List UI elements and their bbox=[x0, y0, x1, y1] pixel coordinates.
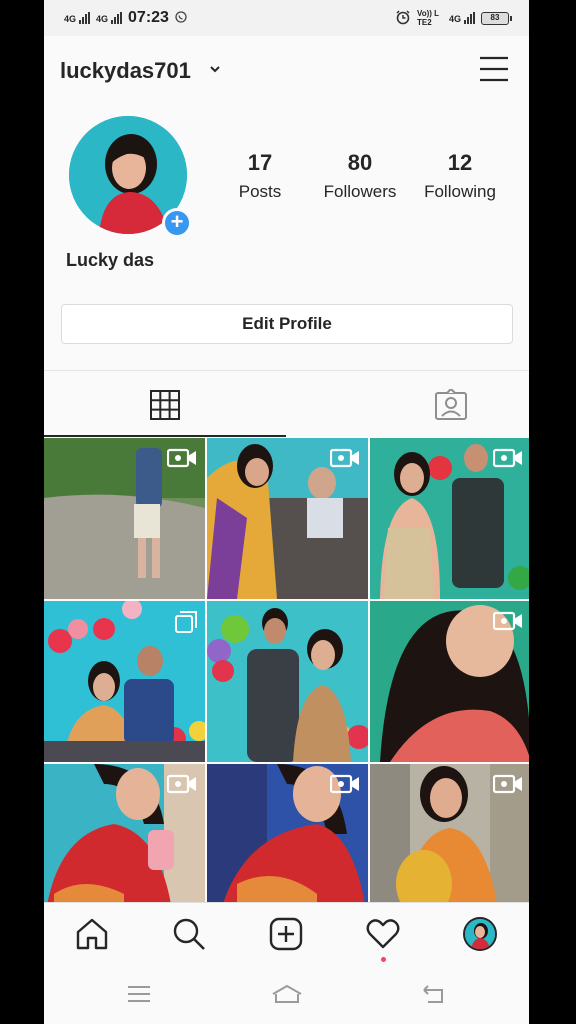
profile-tabs bbox=[44, 370, 529, 438]
recent-apps-icon[interactable] bbox=[127, 984, 151, 1004]
battery-indicator: 83 bbox=[481, 11, 512, 25]
post-thumbnail[interactable] bbox=[370, 438, 529, 599]
following-label: Following bbox=[424, 182, 496, 201]
network-indicator-1: 4G bbox=[64, 12, 91, 24]
network-indicator-3: 4G bbox=[449, 12, 475, 24]
post-thumbnail[interactable] bbox=[370, 601, 529, 762]
followers-count: 80 bbox=[347, 150, 373, 175]
back-icon[interactable] bbox=[422, 984, 446, 1006]
profile-header: luckydas701 bbox=[44, 36, 529, 100]
status-bar: 4G 4G 07:23 Vo)) LTE2 4G 83 bbox=[44, 0, 529, 36]
stat-followers[interactable]: 80 Followers bbox=[310, 150, 410, 202]
bottom-navigation bbox=[44, 902, 529, 964]
search-icon bbox=[173, 918, 205, 950]
post-thumbnail[interactable] bbox=[44, 438, 205, 599]
post-thumbnail[interactable] bbox=[370, 764, 529, 925]
chevron-down-icon[interactable] bbox=[208, 62, 222, 76]
username-switcher[interactable]: luckydas701 bbox=[60, 58, 191, 84]
profile-avatar bbox=[463, 917, 497, 951]
followers-label: Followers bbox=[323, 182, 397, 201]
video-icon bbox=[166, 774, 197, 799]
phone-screen: 4G 4G 07:23 Vo)) LTE2 4G 83 luckydas701 … bbox=[44, 0, 529, 1024]
video-icon bbox=[492, 611, 523, 636]
video-icon bbox=[329, 448, 360, 473]
posts-count: 17 bbox=[247, 150, 273, 175]
clock: 07:23 bbox=[128, 9, 169, 26]
tab-grid[interactable] bbox=[44, 371, 286, 437]
whatsapp-icon bbox=[175, 10, 187, 26]
nav-search[interactable] bbox=[172, 917, 206, 951]
volte-indicator: Vo)) LTE2 bbox=[416, 9, 440, 27]
edit-profile-button[interactable]: Edit Profile bbox=[61, 304, 513, 344]
video-icon bbox=[166, 448, 197, 473]
nav-activity[interactable] bbox=[366, 917, 400, 962]
video-icon bbox=[492, 774, 523, 799]
menu-icon[interactable] bbox=[479, 56, 509, 82]
nav-home[interactable] bbox=[75, 917, 109, 951]
posts-grid bbox=[44, 438, 529, 925]
stat-following[interactable]: 12 Following bbox=[410, 150, 510, 202]
post-thumbnail[interactable] bbox=[44, 601, 205, 762]
add-post-icon bbox=[269, 917, 303, 951]
nav-new-post[interactable] bbox=[269, 917, 303, 951]
full-name: Lucky das bbox=[66, 250, 155, 270]
home-button-icon[interactable] bbox=[271, 984, 303, 1006]
video-icon bbox=[492, 448, 523, 473]
system-navigation-bar bbox=[44, 964, 529, 1024]
post-thumbnail[interactable] bbox=[207, 438, 368, 599]
home-icon bbox=[76, 918, 108, 950]
post-thumbnail[interactable] bbox=[207, 764, 368, 925]
posts-label: Posts bbox=[238, 182, 282, 201]
heart-icon bbox=[366, 919, 400, 949]
grid-icon bbox=[150, 390, 180, 420]
post-thumbnail[interactable] bbox=[44, 764, 205, 925]
following-count: 12 bbox=[447, 150, 473, 175]
video-icon bbox=[329, 774, 360, 799]
nav-profile[interactable] bbox=[463, 917, 497, 951]
alarm-icon bbox=[395, 9, 411, 27]
tagged-icon bbox=[435, 389, 467, 420]
tab-tagged[interactable] bbox=[287, 371, 529, 437]
post-thumbnail[interactable] bbox=[207, 601, 368, 762]
stat-posts[interactable]: 17 Posts bbox=[210, 150, 310, 202]
network-indicator-2: 4G bbox=[96, 12, 123, 24]
carousel-icon bbox=[175, 611, 197, 638]
notification-dot bbox=[381, 957, 386, 962]
add-story-button[interactable]: + bbox=[162, 208, 192, 238]
